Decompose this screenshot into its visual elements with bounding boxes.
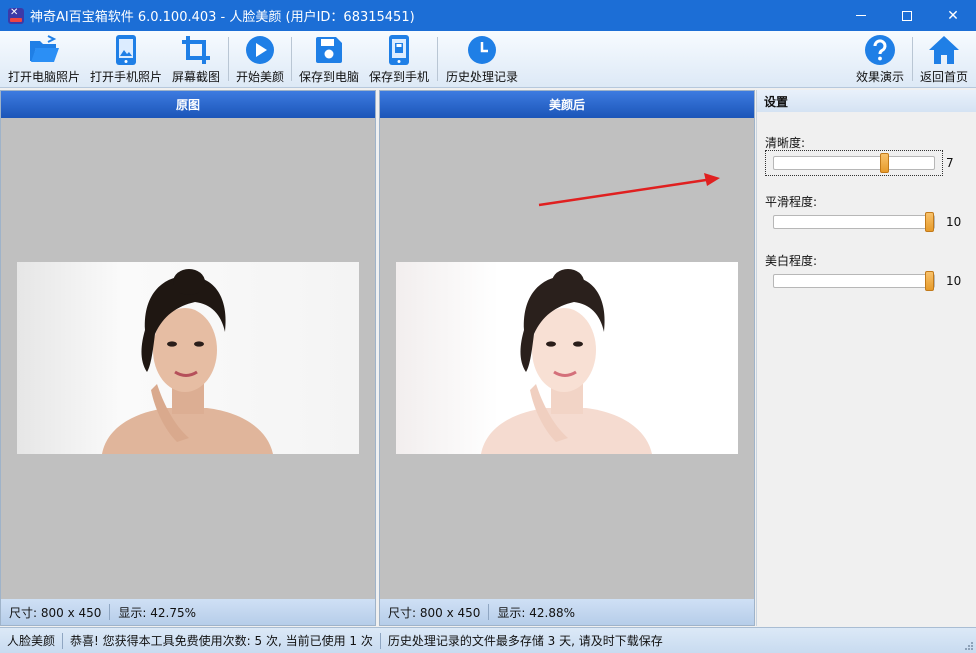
- status-bar: 人脸美颜 恭喜! 您获得本工具免费使用次数: 5 次, 当前已使用 1 次 历史…: [0, 627, 976, 653]
- folder-open-icon: [27, 33, 61, 67]
- screenshot-label: 屏幕截图: [171, 70, 220, 84]
- play-icon: [243, 33, 277, 67]
- clarity-slider-thumb[interactable]: [880, 153, 889, 173]
- window-title: 神奇AI百宝箱软件 6.0.100.403 - 人脸美颜 (用户ID：68315…: [30, 10, 415, 25]
- save-to-computer-button[interactable]: 保存到电脑: [296, 33, 362, 86]
- start-beautify-button[interactable]: 开始美颜: [232, 33, 288, 86]
- home-icon: [927, 33, 961, 67]
- original-status-row: 尺寸: 800 x 450 显示: 42.75%: [1, 599, 375, 625]
- help-icon: [863, 33, 897, 67]
- clarity-label: 清晰度:: [765, 136, 806, 150]
- whitening-setting: 美白程度: 10: [765, 252, 965, 291]
- close-icon[interactable]: ✕: [930, 0, 976, 31]
- status-history-text: 历史处理记录的文件最多存储 3 天, 请及时下载保存: [387, 634, 663, 648]
- return-home-label: 返回首页: [919, 70, 968, 84]
- maximize-icon[interactable]: [884, 0, 930, 31]
- smoothness-setting: 平滑程度: 10: [765, 193, 965, 232]
- clarity-setting: 清晰度: 7: [765, 134, 965, 176]
- toolbar-divider: [228, 37, 229, 81]
- clarity-value: 7: [946, 156, 954, 170]
- toolbar: 打开电脑照片 打开手机照片 屏幕截图 开始美颜 保存到电脑 保存到手机 历史处理…: [0, 31, 976, 88]
- title-bar: ✕ 神奇AI百宝箱软件 6.0.100.403 - 人脸美颜 (用户ID：683…: [0, 0, 976, 31]
- toolbar-divider: [291, 37, 292, 81]
- minimize-icon[interactable]: [838, 0, 884, 31]
- phone-image-icon: [109, 33, 143, 67]
- original-photo: [17, 262, 359, 454]
- beautified-panel-header: 美颜后: [380, 91, 754, 118]
- beautified-status-row: 尺寸: 800 x 450 显示: 42.88%: [380, 599, 754, 625]
- annotation-arrow: [538, 173, 720, 207]
- effect-demo-button[interactable]: 效果演示: [852, 33, 908, 86]
- smoothness-slider[interactable]: [773, 212, 935, 232]
- beautified-display-text: 显示: 42.88%: [497, 605, 576, 620]
- history-records-label: 历史处理记录: [445, 70, 518, 84]
- smoothness-label: 平滑程度:: [765, 195, 818, 209]
- save-to-phone-label: 保存到手机: [368, 70, 429, 84]
- crop-icon: [179, 33, 213, 67]
- toolbar-divider: [437, 37, 438, 81]
- status-module-text: 人脸美颜: [7, 634, 56, 648]
- smoothness-value: 10: [946, 215, 962, 229]
- clock-icon: [465, 33, 499, 67]
- screenshot-button[interactable]: 屏幕截图: [168, 33, 224, 86]
- start-beautify-label: 开始美颜: [235, 70, 284, 84]
- save-disk-icon: [312, 33, 346, 67]
- open-phone-photo-button[interactable]: 打开手机照片: [88, 33, 164, 86]
- history-records-button[interactable]: 历史处理记录: [442, 33, 522, 86]
- effect-demo-label: 效果演示: [855, 70, 904, 84]
- open-computer-photo-label: 打开电脑照片: [7, 70, 80, 84]
- settings-header: 设置: [757, 90, 976, 112]
- original-panel-header: 原图: [1, 91, 375, 118]
- save-to-phone-button[interactable]: 保存到手机: [366, 33, 432, 86]
- beautified-size-text: 尺寸: 800 x 450: [388, 605, 481, 620]
- toolbar-divider: [912, 37, 913, 81]
- original-display-text: 显示: 42.75%: [118, 605, 197, 620]
- open-phone-photo-label: 打开手机照片: [89, 70, 162, 84]
- open-computer-photo-button[interactable]: 打开电脑照片: [6, 33, 82, 86]
- save-phone-icon: [382, 33, 416, 67]
- whitening-slider-thumb[interactable]: [925, 271, 934, 291]
- resize-grip-icon[interactable]: [964, 641, 974, 651]
- app-logo-icon: ✕: [8, 7, 24, 24]
- whitening-slider[interactable]: [773, 271, 935, 291]
- original-size-text: 尺寸: 800 x 450: [9, 605, 102, 620]
- settings-panel: 设置 清晰度: 7 平滑程度: 10 美白程度: 10: [756, 90, 976, 626]
- original-image-panel: 原图 尺寸: 800 x 450 显示: 42.75%: [0, 90, 376, 626]
- beautified-photo: [396, 262, 738, 454]
- whitening-value: 10: [946, 274, 962, 288]
- whitening-label: 美白程度:: [765, 254, 818, 268]
- save-to-computer-label: 保存到电脑: [298, 70, 359, 84]
- status-usage-text: 恭喜! 您获得本工具免费使用次数: 5 次, 当前已使用 1 次: [70, 634, 373, 648]
- return-home-button[interactable]: 返回首页: [916, 33, 972, 86]
- smoothness-slider-thumb[interactable]: [925, 212, 934, 232]
- clarity-slider[interactable]: [773, 153, 935, 173]
